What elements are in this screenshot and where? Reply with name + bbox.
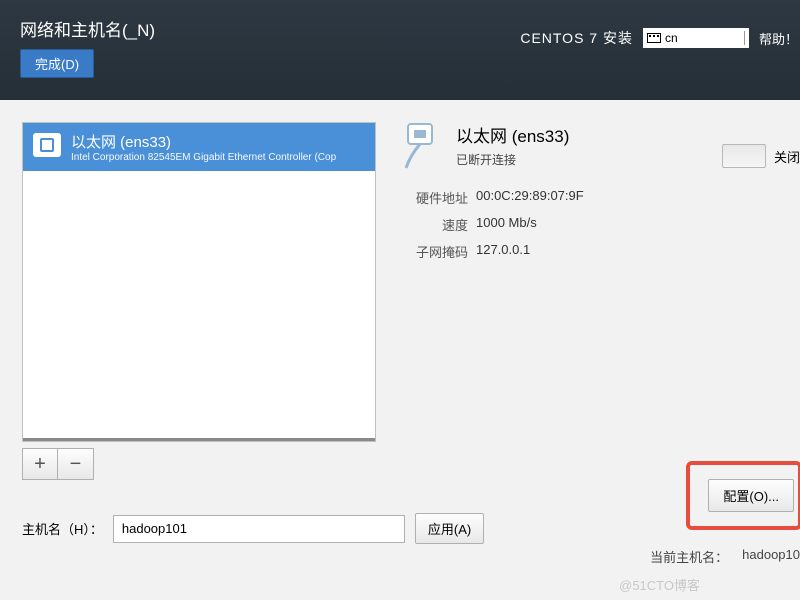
detail-kv: 硬件地址00:0C:29:89:07:9F 速度1000 Mb/s 子网掩码12… — [402, 188, 800, 261]
scrollbar[interactable] — [23, 438, 375, 441]
nic-name: 以太网 (ens33) — [71, 131, 336, 152]
kv-row: 硬件地址00:0C:29:89:07:9F — [402, 188, 800, 207]
detail-title: 以太网 (ens33) — [456, 122, 569, 147]
done-button[interactable]: 完成(D) — [20, 49, 94, 78]
hostname-label: 主机名（H）： — [22, 519, 103, 538]
header-right: CENTOS 7 安装 cn 帮助！ — [520, 28, 800, 48]
current-hostname: 当前主机名： hadoop10 — [650, 547, 800, 566]
ethernet-large-icon — [402, 122, 444, 170]
highlight-box: 配置(O)... — [686, 461, 800, 530]
detail-panel: 以太网 (ens33) 已断开连接 硬件地址00:0C:29:89:07:9F … — [376, 122, 800, 570]
remove-button[interactable]: − — [58, 448, 94, 480]
nic-subtitle: Intel Corporation 82545EM Gigabit Ethern… — [71, 152, 336, 163]
ethernet-icon — [33, 133, 61, 157]
detail-status: 已断开连接 — [456, 151, 569, 168]
help-link[interactable]: 帮助！ — [759, 29, 800, 48]
nic-row-selected[interactable]: 以太网 (ens33) Intel Corporation 82545EM Gi… — [23, 123, 375, 171]
current-hostname-value: hadoop10 — [742, 547, 800, 566]
nic-panel: 以太网 (ens33) Intel Corporation 82545EM Gi… — [22, 122, 376, 570]
add-button[interactable]: + — [22, 448, 58, 480]
kv-row: 速度1000 Mb/s — [402, 215, 800, 234]
nic-list[interactable]: 以太网 (ens33) Intel Corporation 82545EM Gi… — [22, 122, 376, 442]
add-remove-row: + − — [22, 448, 376, 480]
toggle-label: 关闭 — [774, 147, 800, 166]
keyboard-layout: cn — [665, 31, 678, 45]
keyboard-icon — [647, 33, 661, 43]
distro-label: CENTOS 7 安装 — [520, 28, 633, 48]
kv-row: 子网掩码127.0.0.1 — [402, 242, 800, 261]
main-area: 以太网 (ens33) Intel Corporation 82545EM Gi… — [0, 100, 800, 570]
configure-button[interactable]: 配置(O)... — [708, 479, 794, 512]
apply-button[interactable]: 应用(A) — [415, 513, 484, 544]
hostname-row: 主机名（H）： 应用(A) — [22, 513, 484, 544]
hostname-input[interactable] — [113, 515, 405, 543]
watermark: @51CTO博客 — [619, 575, 700, 594]
current-hostname-label: 当前主机名： — [650, 547, 728, 566]
connection-toggle[interactable]: 关闭 — [722, 144, 800, 168]
keyboard-indicator[interactable]: cn — [643, 28, 749, 48]
header-bar: 网络和主机名(_N) 完成(D) CENTOS 7 安装 cn 帮助！ — [0, 0, 800, 100]
toggle-track[interactable] — [722, 144, 766, 168]
